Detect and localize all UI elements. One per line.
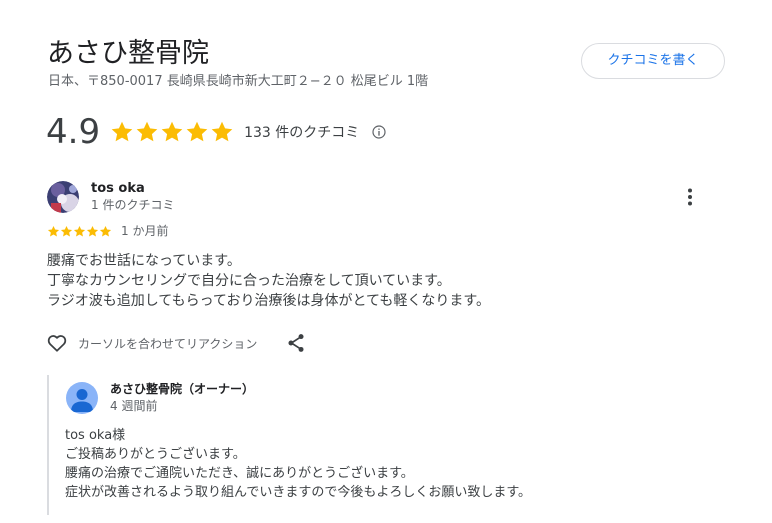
star-icon: [211, 121, 233, 142]
owner-name: あさひ整骨院（オーナー）: [110, 382, 255, 396]
owner-reply: あさひ整骨院（オーナー） 4 週間前 tos oka様 ご投稿ありがとうございま…: [47, 375, 749, 515]
rating-stars: [110, 120, 235, 144]
business-address: 日本、〒850-0017 長崎県長崎市新大工町２−２０ 松尾ビル 1階: [48, 74, 429, 89]
owner-avatar: [66, 382, 98, 414]
share-icon[interactable]: [285, 332, 307, 354]
info-icon[interactable]: [371, 124, 387, 140]
owner-reply-date: 4 週間前: [110, 399, 158, 413]
star-icon: [186, 121, 208, 142]
review-text: 腰痛でお世話になっています。 丁寧なカウンセリングで自分に合った治療をして頂いて…: [47, 251, 490, 311]
rating-score: 4.9: [46, 112, 101, 152]
star-icon: [161, 121, 183, 142]
rating-summary: 4.9 133 件のクチコミ: [46, 110, 387, 154]
review-text-line: 丁寧なカウンセリングで自分に合った治療をして頂いています。: [47, 273, 451, 289]
star-icon: [111, 121, 133, 142]
star-icon: [136, 121, 158, 142]
heart-icon: [47, 335, 67, 352]
business-name: あさひ整骨院: [47, 38, 209, 69]
star-icon: [47, 225, 60, 236]
more-vert-icon[interactable]: [678, 185, 702, 209]
reviewer-avatar[interactable]: [47, 181, 79, 213]
review-count[interactable]: 133 件のクチコミ: [244, 122, 359, 142]
write-review-button[interactable]: クチコミを書く: [581, 43, 725, 79]
star-icon: [60, 225, 73, 236]
reviewer-name[interactable]: tos oka: [91, 181, 145, 197]
owner-reply-text: tos oka様 ご投稿ありがとうございます。 腰痛の治療でご通院いただき、誠に…: [65, 426, 531, 502]
review-text-line: 腰痛でお世話になっています。: [47, 253, 241, 269]
reaction-button[interactable]: カーソルを合わせてリアクション: [46, 332, 257, 354]
owner-reply-line: ご投稿ありがとうございます。: [65, 447, 246, 462]
review-stars: [47, 225, 112, 238]
owner-reply-line: 症状が改善されるよう取り組んでいきますので今後もよろしくお願い致します。: [65, 485, 532, 500]
star-icon: [73, 225, 86, 236]
star-icon: [86, 225, 99, 236]
star-icon: [99, 225, 112, 236]
review-date: 1 か月前: [121, 224, 169, 238]
owner-reply-line: 腰痛の治療でご通院いただき、誠にありがとうございます。: [65, 466, 414, 481]
reaction-label: カーソルを合わせてリアクション: [78, 336, 258, 351]
owner-reply-line: tos oka様: [65, 428, 126, 443]
reviewer-avatar-image: [47, 181, 79, 213]
review-text-line: ラジオ波も追加してもらっており治療後は身体がとても軽くなります。: [47, 293, 490, 309]
review-rating-row: 1 か月前: [47, 223, 168, 239]
reviewer-review-count: 1 件のクチコミ: [91, 198, 175, 212]
person-icon: [71, 389, 93, 412]
